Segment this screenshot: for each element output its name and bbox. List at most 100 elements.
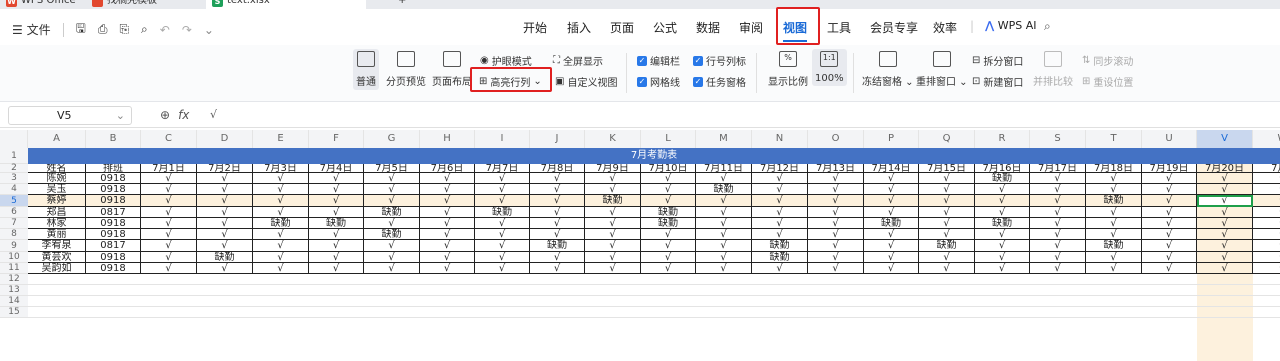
- shift-cell[interactable]: 0918: [86, 195, 141, 207]
- column-header[interactable]: A: [28, 130, 86, 148]
- attendance-cell[interactable]: √: [309, 207, 364, 218]
- shift-cell[interactable]: 0918: [86, 173, 141, 184]
- attendance-cell[interactable]: √: [1142, 229, 1197, 240]
- attendance-cell[interactable]: √: [919, 252, 975, 263]
- tab-insert[interactable]: 插入: [567, 19, 591, 36]
- normal-view-button[interactable]: 普通: [353, 49, 379, 90]
- attendance-cell[interactable]: √: [364, 184, 420, 195]
- row-header[interactable]: 2: [0, 164, 28, 173]
- chevron-down-icon[interactable]: ⌄: [204, 23, 214, 37]
- arrange-windows-button[interactable]: 重排窗口 ⌄: [916, 51, 968, 88]
- attendance-cell[interactable]: √: [808, 263, 864, 274]
- attendance-cell[interactable]: √: [752, 173, 808, 184]
- attendance-cell[interactable]: √: [141, 252, 197, 263]
- attendance-cell[interactable]: √: [1086, 252, 1142, 263]
- name-cell[interactable]: 林家: [28, 218, 86, 229]
- header-cell[interactable]: 7月1日: [141, 164, 197, 173]
- attendance-cell[interactable]: √: [919, 173, 975, 184]
- attendance-cell[interactable]: √: [1197, 218, 1253, 229]
- attendance-cell[interactable]: √: [530, 173, 585, 184]
- header-cell[interactable]: 7月16日: [975, 164, 1030, 173]
- attendance-cell[interactable]: 缺勤: [197, 252, 253, 263]
- column-header[interactable]: U: [1142, 130, 1197, 148]
- eye-mode-button[interactable]: ◉ 护眼模式: [480, 53, 532, 68]
- attendance-cell[interactable]: √: [197, 195, 253, 207]
- attendance-cell[interactable]: √: [808, 229, 864, 240]
- column-header[interactable]: S: [1030, 130, 1086, 148]
- empty-row[interactable]: [28, 285, 1280, 296]
- attendance-cell[interactable]: 缺勤: [253, 218, 309, 229]
- attendance-cell[interactable]: √: [975, 263, 1030, 274]
- attendance-cell[interactable]: √: [975, 184, 1030, 195]
- attendance-cell[interactable]: 缺勤: [364, 207, 420, 218]
- header-cell[interactable]: 7月6日: [420, 164, 475, 173]
- column-header[interactable]: I: [475, 130, 530, 148]
- attendance-cell[interactable]: √: [197, 229, 253, 240]
- header-cell[interactable]: 7月4日: [309, 164, 364, 173]
- header-cell[interactable]: 7月3日: [253, 164, 309, 173]
- attendance-cell[interactable]: 缺勤: [1086, 195, 1142, 207]
- attendance-cell[interactable]: √: [585, 252, 641, 263]
- name-cell[interactable]: 蔡婷: [28, 195, 86, 207]
- attendance-cell[interactable]: 缺勤: [641, 218, 696, 229]
- attendance-cell[interactable]: √: [641, 229, 696, 240]
- attendance-cell[interactable]: √: [1086, 207, 1142, 218]
- attendance-cell[interactable]: √: [141, 229, 197, 240]
- attendance-cell[interactable]: √: [585, 207, 641, 218]
- tab-view[interactable]: 视图: [783, 19, 808, 42]
- name-cell[interactable]: 陈婉: [28, 173, 86, 184]
- attendance-cell[interactable]: √: [420, 218, 475, 229]
- attendance-cell[interactable]: √: [364, 173, 420, 184]
- attendance-cell[interactable]: 缺勤: [975, 173, 1030, 184]
- page-break-preview-button[interactable]: 分页预览: [386, 51, 426, 88]
- column-header[interactable]: F: [309, 130, 364, 148]
- header-cell[interactable]: 排班: [86, 164, 141, 173]
- header-cell[interactable]: 7月17日: [1030, 164, 1086, 173]
- attendance-cell[interactable]: √: [919, 218, 975, 229]
- row-header[interactable]: 4: [0, 184, 28, 195]
- attendance-cell[interactable]: √: [696, 218, 752, 229]
- column-header[interactable]: L: [641, 130, 696, 148]
- attendance-cell[interactable]: √: [1197, 207, 1253, 218]
- attendance-cell[interactable]: √: [253, 229, 309, 240]
- row-header[interactable]: 9: [0, 240, 28, 252]
- row-header[interactable]: 15: [0, 307, 28, 318]
- print-preview-icon[interactable]: ⌕: [141, 22, 148, 37]
- attendance-cell[interactable]: √: [197, 240, 253, 252]
- attendance-cell[interactable]: √: [530, 195, 585, 207]
- attendance-cell[interactable]: √: [1142, 207, 1197, 218]
- shift-cell[interactable]: 0817: [86, 207, 141, 218]
- attendance-cell[interactable]: √: [1253, 252, 1280, 263]
- attendance-cell[interactable]: √: [475, 173, 530, 184]
- save-icon[interactable]: 🖫: [76, 19, 86, 40]
- header-cell[interactable]: 7月13日: [808, 164, 864, 173]
- attendance-cell[interactable]: √: [1253, 218, 1280, 229]
- attendance-cell[interactable]: √: [696, 263, 752, 274]
- row-header[interactable]: 13: [0, 285, 28, 296]
- shift-cell[interactable]: 0918: [86, 263, 141, 274]
- print-icon[interactable]: ⎘: [119, 22, 129, 37]
- rowcol-label-checkbox[interactable]: ✓ 行号列标: [693, 53, 746, 68]
- attendance-cell[interactable]: √: [309, 263, 364, 274]
- zoom-search-icon[interactable]: ⊕: [160, 108, 170, 122]
- freeze-panes-button[interactable]: 冻结窗格 ⌄: [862, 51, 914, 88]
- attendance-cell[interactable]: √: [530, 229, 585, 240]
- new-window-button[interactable]: ⊡ 新建窗口: [972, 74, 1023, 89]
- attendance-cell[interactable]: 缺勤: [309, 218, 364, 229]
- attendance-cell[interactable]: √: [864, 252, 919, 263]
- attendance-cell[interactable]: √: [475, 263, 530, 274]
- attendance-cell[interactable]: √: [975, 229, 1030, 240]
- attendance-cell[interactable]: √: [585, 229, 641, 240]
- attendance-cell[interactable]: √: [1253, 184, 1280, 195]
- attendance-cell[interactable]: √: [808, 252, 864, 263]
- attendance-cell[interactable]: √: [309, 240, 364, 252]
- row-header[interactable]: 14: [0, 296, 28, 307]
- row-header[interactable]: 12: [0, 274, 28, 285]
- attendance-cell[interactable]: √: [530, 184, 585, 195]
- tab-template[interactable]: 找稿壳模板: [92, 0, 157, 9]
- attendance-cell[interactable]: √: [1030, 229, 1086, 240]
- column-header[interactable]: K: [585, 130, 641, 148]
- attendance-cell[interactable]: √: [1086, 218, 1142, 229]
- header-cell[interactable]: 7月18日: [1086, 164, 1142, 173]
- column-header[interactable]: H: [420, 130, 475, 148]
